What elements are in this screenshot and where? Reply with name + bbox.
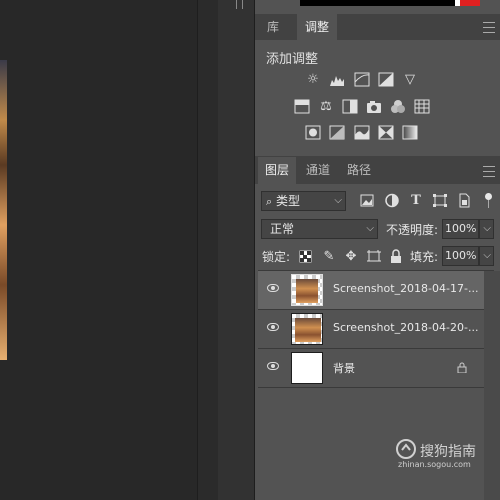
layer-name[interactable]: 背景	[333, 360, 355, 376]
layers-menu-icon[interactable]	[483, 166, 495, 177]
fill-dropdown[interactable]: ⌵	[479, 246, 494, 266]
adjustments-heading: 添加调整	[266, 52, 319, 67]
opacity-value: 100%	[445, 222, 477, 235]
brightness-contrast-icon[interactable]: ☼	[305, 72, 321, 87]
channel-mixer-icon[interactable]	[390, 99, 406, 114]
adjustments-tabbar	[255, 14, 500, 40]
levels-icon[interactable]	[329, 72, 345, 87]
layer-row-screenshot-1[interactable]: Screenshot_2018-04-17-...	[258, 271, 484, 310]
filter-pixel-icon[interactable]	[359, 193, 375, 208]
layer-image	[296, 279, 318, 303]
document-image	[0, 60, 7, 360]
fill-value: 100%	[445, 249, 477, 262]
lock-pixels-icon[interactable]: ✎	[321, 249, 337, 264]
hue-saturation-icon[interactable]	[294, 99, 310, 114]
search-icon: ⌕	[266, 195, 273, 208]
layer-name[interactable]: Screenshot_2018-04-17-...	[333, 282, 478, 295]
layer-thumbnail	[291, 274, 323, 306]
lock-all-icon[interactable]	[388, 249, 404, 264]
adjustments-menu-icon[interactable]	[483, 22, 495, 33]
posterize-icon[interactable]	[329, 125, 345, 140]
gradient-map-icon[interactable]	[402, 125, 418, 140]
visibility-eye-icon[interactable]	[267, 323, 279, 331]
selective-color-icon[interactable]	[378, 125, 394, 140]
layer-filter-select[interactable]: ⌕ 类型 ⌵	[261, 191, 346, 211]
layer-thumbnail	[291, 313, 323, 345]
filter-type-icon[interactable]: T	[408, 193, 424, 208]
vibrance-icon[interactable]: ▽	[402, 72, 418, 87]
panel-divider	[197, 0, 219, 500]
curves-icon[interactable]	[354, 72, 370, 87]
invert-icon[interactable]	[305, 125, 321, 140]
chevron-down-icon: ⌵	[366, 223, 374, 234]
filter-shape-icon[interactable]	[432, 193, 448, 208]
layer-filter-label: 类型	[276, 194, 301, 208]
tab-library[interactable]: 库	[258, 14, 288, 40]
filter-toggle[interactable]	[485, 193, 492, 208]
filter-adjustment-icon[interactable]	[384, 193, 400, 208]
lock-transparent-icon[interactable]	[298, 249, 314, 264]
layer-row-screenshot-2[interactable]: Screenshot_2018-04-20-...	[258, 310, 484, 349]
color-ramp-end	[460, 0, 480, 6]
blend-mode-select[interactable]: 正常 ⌵	[261, 219, 378, 239]
opacity-dropdown[interactable]: ⌵	[479, 219, 494, 239]
lock-icon	[457, 362, 467, 376]
tab-layers[interactable]: 图层	[258, 157, 296, 184]
visibility-eye-icon[interactable]	[267, 284, 279, 292]
fill-input[interactable]: 100%	[442, 246, 479, 266]
lock-label: 锁定:	[262, 250, 291, 264]
exposure-icon[interactable]	[378, 72, 394, 87]
opacity-input[interactable]: 100%	[442, 219, 479, 239]
photo-filter-icon[interactable]	[366, 99, 382, 114]
watermark-url: zhinan.sogou.com	[398, 460, 471, 469]
canvas-area	[0, 0, 197, 500]
layer-name[interactable]: Screenshot_2018-04-20-...	[333, 321, 478, 334]
color-lookup-icon[interactable]	[414, 99, 430, 114]
drag-handle-icon[interactable]	[236, 0, 243, 9]
fill-label: 填充:	[410, 250, 439, 264]
layer-image	[295, 318, 321, 342]
black-white-icon[interactable]	[342, 99, 358, 114]
chevron-down-icon: ⌵	[483, 223, 491, 234]
layer-thumbnail	[291, 352, 323, 384]
tab-channels[interactable]: 通道	[300, 157, 336, 184]
watermark: 搜狗指南 zhinan.sogou.com	[395, 438, 495, 469]
color-balance-icon[interactable]: ⚖	[318, 99, 334, 114]
chevron-down-icon: ⌵	[334, 195, 342, 206]
collapsed-panel-strip	[218, 0, 255, 500]
lock-position-icon[interactable]: ✥	[343, 249, 359, 264]
watermark-brand: 搜狗指南	[420, 444, 476, 460]
sogou-logo-icon	[396, 439, 416, 459]
tab-adjustments[interactable]: 调整	[297, 14, 337, 40]
visibility-eye-icon[interactable]	[267, 362, 279, 370]
threshold-icon[interactable]	[354, 125, 370, 140]
tab-paths[interactable]: 路径	[341, 157, 377, 184]
color-ramp[interactable]	[300, 0, 460, 6]
opacity-label: 不透明度:	[386, 223, 439, 237]
chevron-down-icon: ⌵	[483, 250, 491, 261]
filter-smart-object-icon[interactable]	[456, 193, 472, 208]
blend-mode-value: 正常	[270, 222, 295, 236]
color-ramp-marker	[455, 0, 460, 6]
layer-row-background[interactable]: 背景	[258, 349, 484, 388]
lock-artboard-icon[interactable]	[366, 249, 382, 264]
